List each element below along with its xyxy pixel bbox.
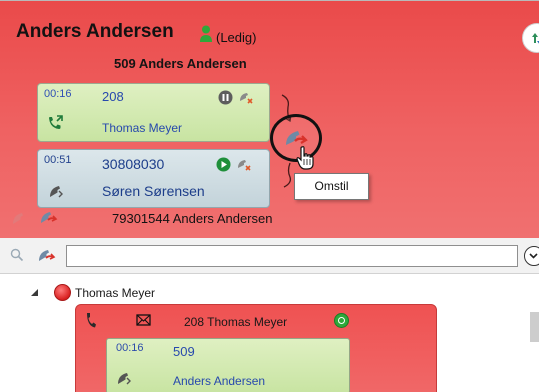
search-bar (0, 238, 539, 274)
search-input[interactable] (66, 245, 518, 267)
phone-busy-icon (87, 313, 96, 328)
user-name: Anders Andersen (16, 21, 174, 42)
call-number: 509 (173, 344, 195, 359)
transfer-small-icon (41, 212, 58, 223)
call-name: Søren Sørensen (102, 183, 205, 199)
user-extension-line: 509 Anders Andersen (114, 56, 247, 71)
contact-extension-line: 208 Thomas Meyer (184, 315, 288, 329)
hangup-icon[interactable] (236, 156, 252, 172)
tree-group-label: Thomas Meyer (75, 286, 156, 300)
call-name: Thomas Meyer (102, 121, 183, 135)
contact-card[interactable]: 208 Thomas Meyer 00:16 509 Anders Anders… (75, 304, 437, 392)
transfer-tooltip: Omstil (294, 173, 369, 200)
phone-active-icon (49, 115, 63, 129)
vertical-scrollbar-thumb[interactable] (530, 312, 539, 342)
pause-icon[interactable] (218, 90, 233, 105)
pending-call-row[interactable]: 79301544 Anders Andersen (0, 206, 539, 232)
hangup-icon[interactable] (238, 89, 254, 105)
call-number: 30808030 (102, 156, 165, 172)
user-panel: Anders Andersen (Ledig) 509 Anders Ander… (0, 0, 539, 238)
phone-hold-icon (50, 186, 63, 198)
pending-call-label: 79301544 Anders Andersen (112, 211, 273, 226)
busy-status-icon (54, 284, 71, 301)
user-status: (Ledig) (216, 30, 257, 45)
person-available-icon (200, 25, 212, 42)
refresh-button[interactable] (522, 23, 539, 53)
chevron-down-icon (529, 253, 538, 259)
refresh-icon (532, 33, 539, 44)
held-call-card[interactable]: 00:51 30808030 Søren Sørensen (37, 149, 270, 208)
contact-tree: Thomas Meyer 208 Thomas Meyer 00:16 509 … (0, 275, 539, 392)
phone-outgoing-icon (13, 213, 23, 224)
call-duration: 00:16 (44, 88, 72, 100)
phone-hold-icon (118, 373, 131, 385)
call-duration: 00:51 (44, 154, 72, 166)
envelope-icon[interactable] (136, 314, 151, 326)
call-name: Anders Andersen (173, 374, 266, 388)
contact-call-card[interactable]: 00:16 509 Anders Andersen (106, 338, 350, 392)
call-number: 208 (102, 89, 124, 104)
hand-cursor-icon (296, 146, 314, 170)
search-icon (10, 248, 24, 262)
resume-icon[interactable] (216, 157, 231, 172)
available-status-icon (334, 313, 349, 328)
collapse-triangle-icon[interactable] (30, 288, 39, 297)
call-duration: 00:16 (116, 342, 144, 354)
active-call-card[interactable]: 00:16 208 Thomas Meyer (37, 83, 270, 142)
transfer-search-icon[interactable] (36, 246, 56, 266)
search-options-button[interactable] (524, 246, 539, 266)
